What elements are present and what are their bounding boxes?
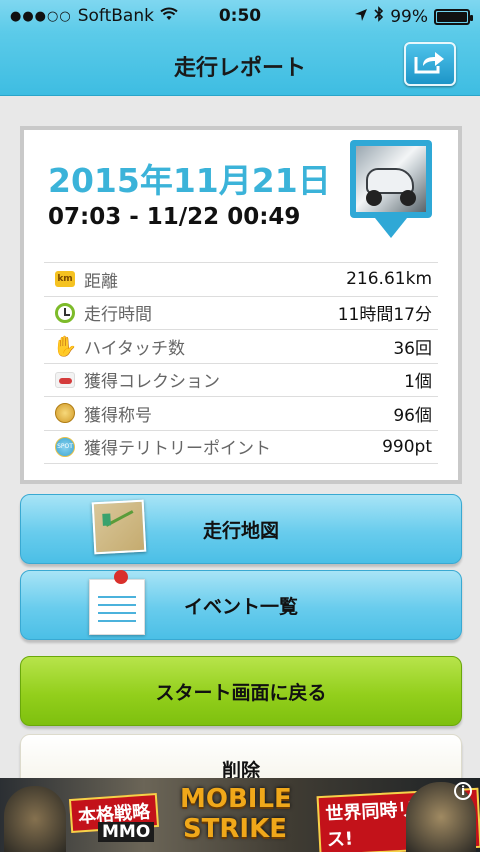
map-icon [91, 499, 147, 555]
stat-value: 11時間17分 [337, 305, 432, 326]
stat-row-titles: 獲得称号 96個 [44, 397, 438, 431]
motorcycle-photo [356, 146, 426, 212]
stat-label: ハイタッチ数 [84, 338, 185, 359]
report-date: 2015年11月21日 [48, 161, 331, 200]
photo-frame [350, 140, 432, 218]
back-to-start-label: スタート画面に戻る [155, 681, 327, 704]
back-to-start-button[interactable]: スタート画面に戻る [20, 656, 462, 726]
stat-row-duration: 走行時間 11時間17分 [44, 297, 438, 330]
stat-value: 36回 [393, 338, 432, 359]
photo-pin[interactable] [350, 140, 432, 246]
pin-tail [375, 218, 407, 238]
soldier-image [4, 786, 66, 852]
stat-row-high-touch: ✋ ハイタッチ数 36回 [44, 330, 438, 364]
ride-map-label: 走行地図 [202, 519, 279, 542]
ad-info-icon[interactable]: i [454, 782, 472, 800]
stat-row-collection: 獲得コレクション 1個 [44, 364, 438, 397]
battery-fill [437, 11, 467, 22]
medal-icon [55, 403, 75, 424]
stat-label: 走行時間 [84, 305, 152, 326]
ad-logo: MOBILE STRIKE [180, 784, 292, 844]
event-note-icon [89, 570, 145, 635]
ride-map-button[interactable]: 走行地図 [20, 494, 462, 564]
stat-value: 990pt [382, 436, 432, 457]
status-bar: ●●●○○ SoftBank 0:50 99% [0, 0, 480, 32]
stat-value: 96個 [393, 405, 432, 426]
event-list-label: イベント一覧 [183, 595, 298, 618]
report-card: 2015年11月21日 07:03 - 11/22 00:49 km 距離 21… [20, 126, 462, 484]
stat-value: 1個 [404, 372, 432, 393]
share-button[interactable] [404, 42, 456, 86]
car-icon [55, 371, 75, 388]
event-list-button[interactable]: イベント一覧 [20, 570, 462, 640]
stat-value: 216.61km [346, 269, 432, 290]
spot-icon: SPOT [55, 436, 75, 457]
share-icon [413, 49, 447, 79]
location-arrow-icon [354, 7, 368, 27]
battery-percent: 99% [390, 6, 428, 27]
stats-list: km 距離 216.61km 走行時間 11時間17分 ✋ ハイタッチ数 36回… [44, 262, 438, 464]
bluetooth-icon [374, 6, 384, 27]
ad-text-mmo: MMO [98, 822, 155, 842]
stat-row-distance: km 距離 216.61km [44, 263, 438, 297]
navigation-bar: 走行レポート [0, 32, 480, 96]
battery-icon [434, 8, 473, 25]
hand-icon: ✋ [52, 334, 78, 359]
stat-row-territory: SPOT 獲得テリトリーポイント 990pt [44, 431, 438, 464]
stat-label: 獲得称号 [84, 405, 152, 426]
ad-banner[interactable]: 本格戦略 MMO MOBILE STRIKE 世界同時リリース! i [0, 778, 480, 852]
stat-label: 距離 [84, 271, 118, 292]
km-icon: km [55, 271, 75, 288]
stat-label: 獲得コレクション [84, 372, 220, 393]
stat-label: 獲得テリトリーポイント [84, 439, 271, 460]
report-time-range: 07:03 - 11/22 00:49 [48, 204, 301, 230]
clock-icon [55, 302, 75, 323]
